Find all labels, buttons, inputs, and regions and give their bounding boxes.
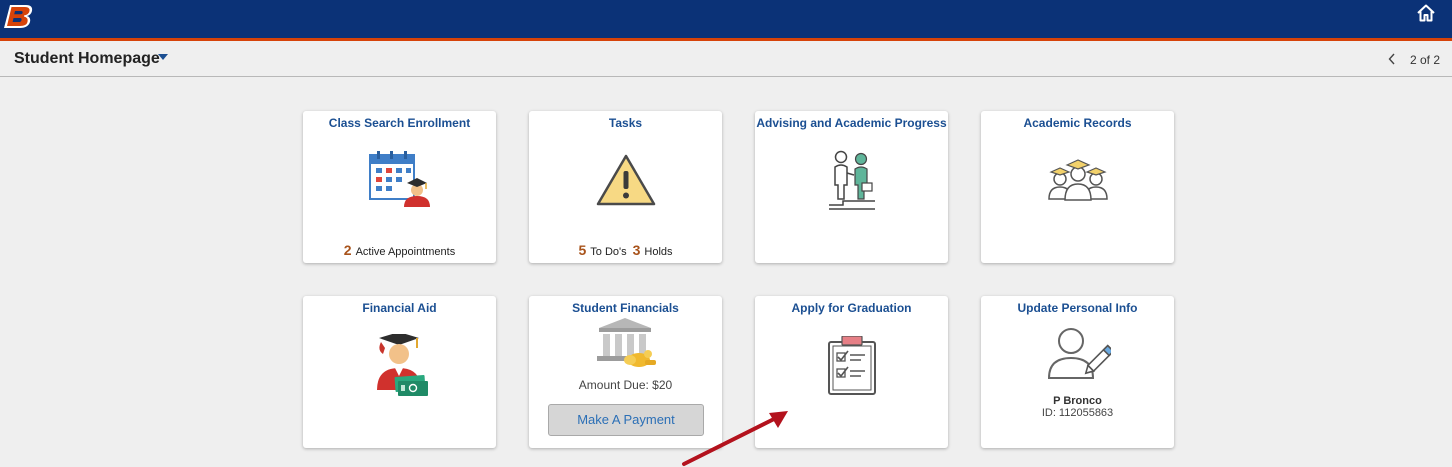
tile-update-personal-info[interactable]: Update Personal Info P Bronco ID: 112055… bbox=[981, 296, 1174, 448]
todos-label: To Do's bbox=[590, 246, 627, 258]
annotation-arrow bbox=[682, 411, 788, 466]
caret-down-icon[interactable] bbox=[158, 54, 168, 61]
graduates-icon bbox=[1048, 159, 1108, 201]
advising-icon bbox=[829, 150, 875, 210]
page-counter: 2 of 2 bbox=[1410, 53, 1441, 67]
person-edit-icon bbox=[1047, 328, 1111, 379]
page-header: Student Homepage 2 of 2 bbox=[0, 41, 1452, 77]
person-id: ID: 112055863 bbox=[1041, 407, 1114, 419]
holds-label: Holds bbox=[644, 246, 673, 258]
tile-academic-records[interactable]: Academic Records bbox=[981, 111, 1174, 263]
tile-status: 2 Active Appointments bbox=[303, 242, 496, 258]
appointments-label: Active Appointments bbox=[355, 246, 456, 258]
home-icon[interactable] bbox=[1416, 3, 1436, 23]
tile-title: Apply for Graduation bbox=[791, 301, 912, 315]
tile-title: Advising and Academic Progress bbox=[756, 116, 947, 130]
tile-title: Academic Records bbox=[1023, 116, 1132, 130]
chevron-left-icon[interactable] bbox=[1387, 53, 1397, 65]
tile-title: Student Financials bbox=[572, 301, 679, 315]
top-banner bbox=[0, 0, 1452, 41]
person-name: P Bronco bbox=[1053, 395, 1102, 407]
tile-tasks[interactable]: Tasks 5 To Do's 3 Holds bbox=[529, 111, 722, 263]
calendar-student-icon bbox=[369, 151, 430, 207]
amount-due: Amount Due: $20 bbox=[578, 378, 673, 392]
bank-icon bbox=[597, 318, 656, 367]
warning-icon bbox=[596, 154, 656, 206]
graduate-money-icon bbox=[377, 334, 428, 396]
appointments-count: 2 bbox=[343, 242, 352, 258]
tile-title: Class Search Enrollment bbox=[328, 116, 471, 130]
tile-financial-aid[interactable]: Financial Aid bbox=[303, 296, 496, 448]
bronco-b-logo[interactable] bbox=[4, 3, 34, 29]
tile-title: Update Personal Info bbox=[1017, 301, 1138, 315]
tile-title: Tasks bbox=[608, 116, 643, 130]
clipboard-checklist-icon bbox=[828, 336, 876, 395]
todos-count: 5 bbox=[578, 242, 587, 258]
tile-status: 5 To Do's 3 Holds bbox=[529, 242, 722, 258]
tile-class-search-enrollment[interactable]: Class Search Enrollment 2 Active Appointm… bbox=[303, 111, 496, 263]
page-title: Student Homepage bbox=[14, 50, 160, 67]
tile-advising-academic-progress[interactable]: Advising and Academic Progress bbox=[755, 111, 948, 263]
tile-title: Financial Aid bbox=[362, 301, 437, 315]
holds-count: 3 bbox=[632, 242, 641, 258]
